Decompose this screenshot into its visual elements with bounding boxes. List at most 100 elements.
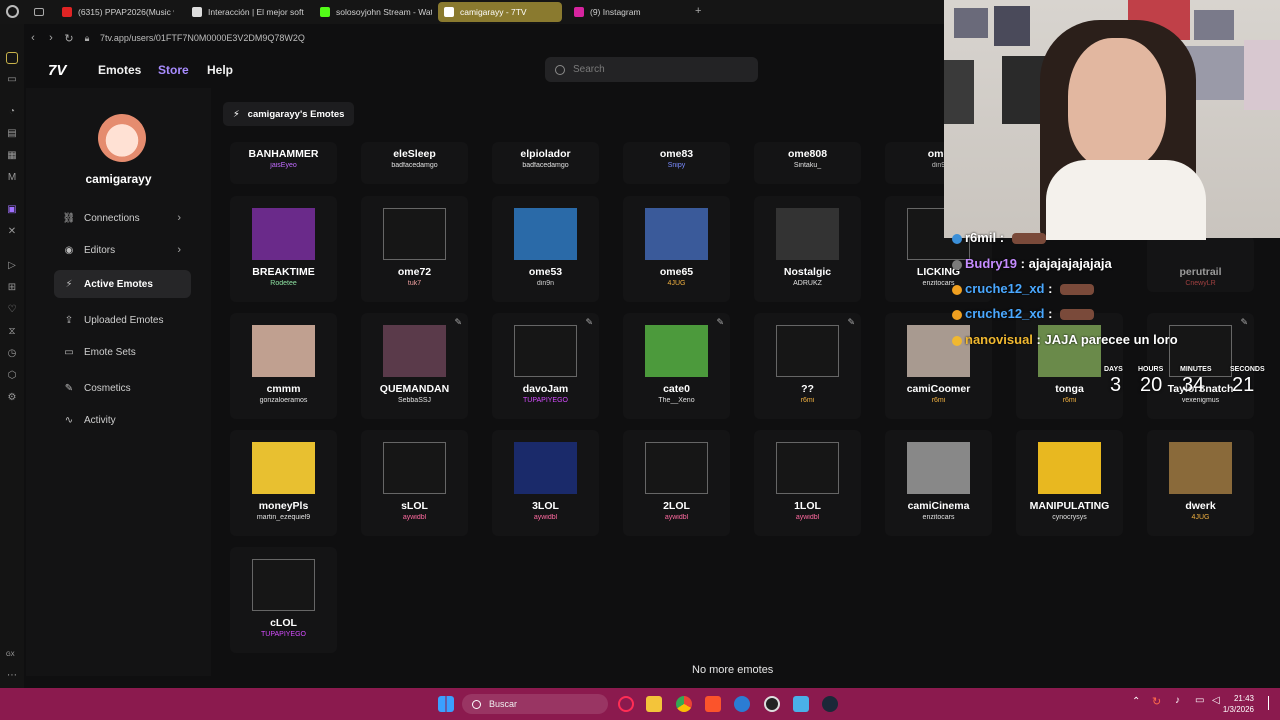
emote-owner[interactable]: 4JUG [623, 280, 730, 287]
edge-icon[interactable] [734, 696, 750, 712]
emote-card[interactable]: 1LOL aywidbl [754, 430, 861, 536]
more-icon[interactable]: ⋯ [6, 670, 18, 682]
emote-owner[interactable]: aywidbl [361, 514, 468, 521]
tray-mic-icon[interactable]: ♪ [1175, 695, 1180, 706]
forward-icon[interactable]: › [42, 32, 60, 44]
windows-start-icon[interactable] [438, 696, 454, 712]
emote-card[interactable]: ome808 Sintaku_ [754, 142, 861, 184]
emote-card[interactable]: ✎ davoJam TUPAPIYEGO [492, 313, 599, 419]
emote-card[interactable]: cmmm gonzaloeramos [230, 313, 337, 419]
emote-owner[interactable]: aywidbl [623, 514, 730, 521]
emote-owner[interactable]: din9n [492, 280, 599, 287]
reload-icon[interactable]: ↻ [60, 32, 78, 45]
nav-emotes[interactable]: Emotes [98, 63, 141, 77]
emote-card[interactable]: dwerk 4JUG [1147, 430, 1254, 536]
taskbar-clock[interactable]: 21:43 1/3/2026 [1223, 693, 1254, 715]
sidebar-item-editors[interactable]: ◉ Editors › [54, 236, 191, 264]
emote-owner[interactable]: badfacedamgo [492, 162, 599, 169]
url-text[interactable]: 7tv.app/users/01FTF7N0M0000E3V2DM9Q78W2Q [100, 33, 305, 43]
sidebar-item-emote-sets[interactable]: ▭ Emote Sets [54, 338, 191, 366]
wallet-icon[interactable]: ▦ [6, 150, 18, 162]
new-tab-icon[interactable]: + [695, 5, 701, 17]
notification-icon[interactable] [1268, 696, 1274, 710]
sidebar-item-active-emotes[interactable]: ⚡ Active Emotes [54, 270, 191, 298]
emote-owner[interactable]: aywidbl [754, 514, 861, 521]
emote-owner[interactable]: TUPAPIYEGO [492, 397, 599, 404]
emote-card[interactable]: Nostalgic ADRUKZ [754, 196, 861, 302]
messenger-icon[interactable]: M [6, 172, 18, 184]
emote-card[interactable]: cLOL TUPAPIYEGO [230, 547, 337, 653]
obs-icon[interactable] [764, 696, 780, 712]
tray-sync-icon[interactable]: ↻ [1152, 695, 1161, 708]
edit-icon[interactable]: ✎ [585, 317, 593, 328]
emote-card[interactable]: sLOL aywidbl [361, 430, 468, 536]
sidebar-item-activity[interactable]: ∿ Activity [54, 406, 191, 434]
browser-tab[interactable]: Interacción | El mejor soft [186, 2, 304, 22]
emote-card[interactable]: eleSleep badfacedamgo [361, 142, 468, 184]
emote-card[interactable]: ome83 Snipy [623, 142, 730, 184]
edit-icon[interactable]: ✎ [454, 317, 462, 328]
emote-card[interactable]: ✎ cate0 The__Xeno [623, 313, 730, 419]
nav-help[interactable]: Help [207, 63, 233, 77]
app-icon[interactable] [793, 696, 809, 712]
emote-card[interactable]: 2LOL aywidbl [623, 430, 730, 536]
taskbar-search[interactable]: Buscar [462, 694, 608, 714]
tray-volume-icon[interactable]: ◁ [1212, 695, 1220, 706]
emote-owner[interactable]: martin_ezequiel9 [230, 514, 337, 521]
gamepad-icon[interactable]: ▭ [6, 74, 18, 86]
hourglass-icon[interactable]: ⧖ [6, 326, 18, 338]
emote-card[interactable]: ome65 4JUG [623, 196, 730, 302]
emote-owner[interactable]: enzitocars [885, 514, 992, 521]
sidebar-item-uploaded-emotes[interactable]: ⇪ Uploaded Emotes [54, 306, 191, 334]
emote-card[interactable]: ✎?? r6mi [754, 313, 861, 419]
x-icon[interactable]: ✕ [6, 226, 18, 238]
emote-owner[interactable]: aywidbl [492, 514, 599, 521]
emote-owner[interactable]: TUPAPIYEGO [230, 631, 337, 638]
emote-card[interactable]: ome72 tuk7 [361, 196, 468, 302]
brave-icon[interactable] [705, 696, 721, 712]
clock-icon[interactable]: ◷ [6, 348, 18, 360]
opera-menu-icon[interactable] [6, 5, 19, 18]
file-explorer-icon[interactable] [646, 696, 662, 712]
edit-icon[interactable]: ✎ [716, 317, 724, 328]
emote-card[interactable]: ome53 din9n [492, 196, 599, 302]
emote-owner[interactable]: The__Xeno [623, 397, 730, 404]
emote-owner[interactable]: jaisEyeo [230, 162, 337, 169]
emote-owner[interactable]: 4JUG [1147, 514, 1254, 521]
bag-icon[interactable]: ▤ [6, 128, 18, 140]
search-input[interactable]: Search [545, 57, 758, 82]
emote-owner[interactable]: tuk7 [361, 280, 468, 287]
emote-card[interactable]: BREAKTIME Rodetee [230, 196, 337, 302]
emote-owner[interactable]: vexenigmus [1147, 397, 1254, 404]
chrome-icon[interactable] [676, 696, 692, 712]
emote-card[interactable]: BANHAMMER jaisEyeo [230, 142, 337, 184]
emote-owner[interactable]: cynocrysys [1016, 514, 1123, 521]
emote-card[interactable]: elpiolador badfacedamgo [492, 142, 599, 184]
emote-card[interactable]: moneyPls martin_ezequiel9 [230, 430, 337, 536]
emote-owner[interactable]: ADRUKZ [754, 280, 861, 287]
emote-owner[interactable]: r6mi [754, 397, 861, 404]
heart-icon[interactable]: ♡ [6, 304, 18, 316]
nav-store[interactable]: Store [158, 63, 189, 77]
emote-owner[interactable]: Sintaku_ [754, 162, 861, 169]
browser-tab[interactable]: (9) Instagram [568, 2, 668, 22]
emote-owner[interactable]: Rodetee [230, 280, 337, 287]
emote-owner[interactable]: Snipy [623, 162, 730, 169]
browser-tab[interactable]: camigarayy - 7TV [438, 2, 562, 22]
home-icon[interactable] [6, 52, 18, 64]
steam-icon[interactable] [822, 696, 838, 712]
emote-card[interactable]: camiCinema enzitocars [885, 430, 992, 536]
emote-card[interactable]: ✎ QUEMANDAN SebbaSSJ [361, 313, 468, 419]
browser-tab[interactable]: (6315) PPAP2026(Music v [56, 2, 174, 22]
emote-card[interactable]: MANIPULATING cynocrysys [1016, 430, 1123, 536]
sidebar-item-connections[interactable]: ⛓ Connections › [54, 204, 191, 232]
emote-owner[interactable]: badfacedamgo [361, 162, 468, 169]
tab-manager-icon[interactable] [34, 8, 44, 16]
emote-owner[interactable]: gonzaloeramos [230, 397, 337, 404]
emote-owner[interactable]: SebbaSSJ [361, 397, 468, 404]
extensions-icon[interactable]: ⊞ [6, 282, 18, 294]
speed-dial-icon[interactable]: ◔ [6, 106, 18, 118]
emote-owner[interactable]: r6mi [885, 397, 992, 404]
tray-network-icon[interactable]: ▭ [1195, 695, 1204, 706]
7tv-logo[interactable]: 7V [48, 62, 66, 79]
